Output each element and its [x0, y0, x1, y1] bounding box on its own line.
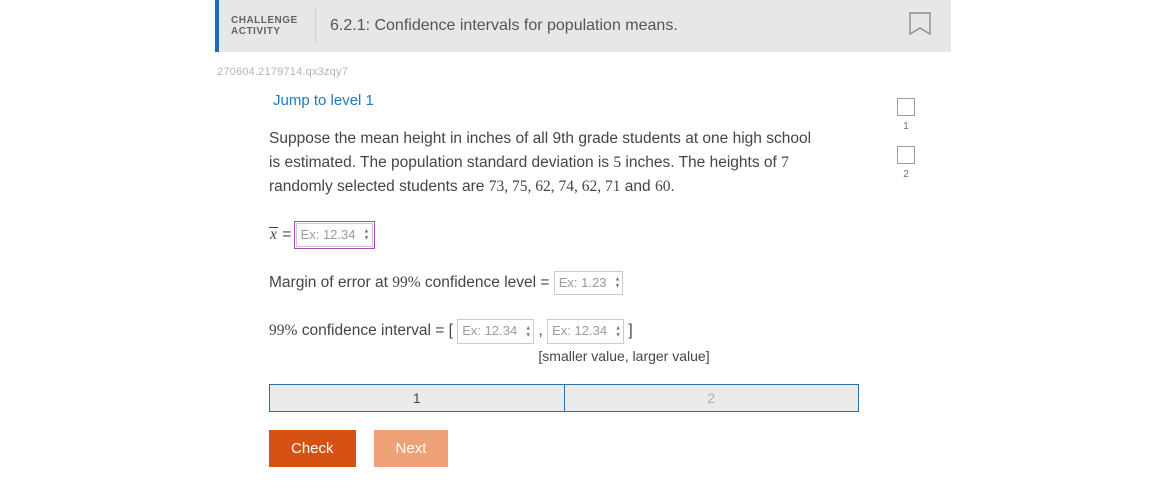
progress-bar: 1 2: [269, 384, 859, 412]
moe-label: confidence level =: [421, 274, 554, 291]
activity-type-line1: CHALLENGE: [231, 15, 309, 27]
mean-row: x = Ex: 12.34 ▲▼: [269, 223, 815, 247]
x-bar-symbol: x: [269, 226, 278, 244]
data-values: 73, 75, 62, 74, 62, 71: [489, 178, 621, 195]
ci-low-input[interactable]: Ex: 12.34 ▲▼: [457, 319, 534, 343]
prompt-text: randomly selected students are: [269, 178, 489, 195]
activity-type-line2: ACTIVITY: [231, 26, 309, 38]
stepper-icon[interactable]: ▲▼: [364, 229, 370, 242]
confidence-pct: 99%: [269, 323, 297, 340]
mean-input[interactable]: Ex: 12.34 ▲▼: [296, 223, 373, 247]
stepper-icon[interactable]: ▲▼: [525, 325, 531, 338]
level-number-2: 2: [903, 169, 909, 180]
ci-low-placeholder: Ex: 12.34: [462, 323, 517, 338]
activity-type-label: CHALLENGE ACTIVITY: [231, 15, 309, 38]
question-prompt: Suppose the mean height in inches of all…: [269, 127, 815, 199]
header-divider: [315, 8, 316, 44]
confidence-interval-row: 99% confidence interval = [ Ex: 12.34▲▼ …: [269, 319, 815, 363]
equals-sign: =: [278, 226, 296, 243]
bracket-close: ]: [624, 323, 633, 340]
moe-input[interactable]: Ex: 1.23 ▲▼: [554, 271, 624, 295]
progress-step-1[interactable]: 1: [270, 385, 565, 411]
confidence-pct: 99%: [392, 274, 420, 291]
ci-high-placeholder: Ex: 12.34: [552, 323, 607, 338]
content-id: 270604.2179714.qx3zqy7: [215, 52, 951, 80]
level-box-1[interactable]: [897, 98, 915, 116]
button-row: Check Next: [269, 430, 815, 467]
std-dev-value: 5: [613, 154, 621, 171]
moe-label: Margin of error at: [269, 274, 392, 291]
jump-to-level-link[interactable]: Jump to level 1: [215, 80, 951, 115]
activity-header: CHALLENGE ACTIVITY 6.2.1: Confidence int…: [215, 0, 951, 52]
check-button[interactable]: Check: [269, 430, 356, 467]
prompt-text: and: [620, 178, 654, 195]
stepper-icon[interactable]: ▲▼: [615, 325, 621, 338]
bookmark-icon[interactable]: [907, 12, 933, 40]
viewport: CHALLENGE ACTIVITY 6.2.1: Confidence int…: [0, 0, 1153, 503]
mean-placeholder: Ex: 12.34: [301, 227, 356, 242]
data-last-value: 60: [655, 178, 671, 195]
progress-step-2[interactable]: 2: [565, 385, 859, 411]
ci-label: confidence interval = [: [297, 323, 457, 340]
ci-high-input[interactable]: Ex: 12.34 ▲▼: [547, 319, 624, 343]
stepper-icon[interactable]: ▲▼: [615, 277, 621, 290]
level-item-1: 1: [897, 98, 915, 132]
sample-size-value: 7: [781, 154, 789, 171]
margin-of-error-row: Margin of error at 99% confidence level …: [269, 271, 815, 295]
comma: ,: [534, 323, 547, 340]
question-content: Suppose the mean height in inches of all…: [215, 115, 815, 467]
prompt-text: inches. The heights of: [621, 154, 781, 171]
level-sidebar: 1 2: [897, 98, 915, 180]
interval-hint: [smaller value, larger value]: [433, 348, 815, 364]
prompt-text: .: [670, 178, 674, 195]
level-box-2[interactable]: [897, 146, 915, 164]
level-item-2: 2: [897, 146, 915, 180]
moe-placeholder: Ex: 1.23: [559, 275, 607, 290]
activity-card: CHALLENGE ACTIVITY 6.2.1: Confidence int…: [215, 0, 951, 467]
activity-title: 6.2.1: Confidence intervals for populati…: [330, 17, 678, 35]
next-button[interactable]: Next: [374, 430, 449, 467]
level-number-1: 1: [903, 121, 909, 132]
